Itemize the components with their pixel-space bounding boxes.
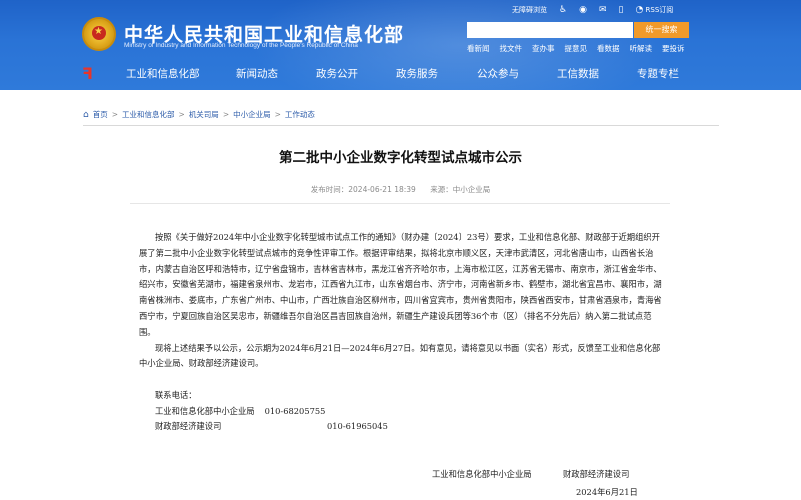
body-paragraph: 现将上述结果予以公示，公示期为2024年6月21日—2024年6月27日。如有意… [139,342,661,369]
breadcrumb: ⌂ 首页 > 工业和信息化部 > 机关司局 > 中小企业局 > 工作动态 [83,109,315,120]
breadcrumb-sme-bureau[interactable]: 中小企业局 [233,109,271,120]
site-header: ★ 中华人民共和国工业和信息化部 Ministry of Industry an… [0,0,801,90]
nav-item-gov-affairs[interactable]: 政务公开 [316,66,358,81]
body-paragraph: 按照《关于做好2024年中小企业数字化转型城市试点工作的通知》（财办建〔2024… [139,232,662,337]
search-input[interactable] [467,22,633,38]
quick-link-complaint[interactable]: 要投诉 [662,43,685,54]
quick-link-services[interactable]: 查办事 [532,43,555,54]
quick-link-opinions[interactable]: 提意见 [565,43,588,54]
article-source: 来源：中小企业局 [430,185,491,194]
home-logo-icon[interactable]: ꟻ [82,66,98,82]
main-nav: ꟻ 工业和信息化部 新闻动态 政务公开 政务服务 公众参与 工信数据 专题专栏 [0,62,801,86]
nav-item-news[interactable]: 新闻动态 [236,66,278,81]
breadcrumb-separator: > [222,110,230,119]
app-link[interactable]: ▯ [618,4,624,15]
national-emblem-icon[interactable]: ★ [82,17,116,51]
utility-bar: 无障碍浏览 ♿ ◉ ✉ ▯ ◔ RSS订阅 [512,3,685,17]
contact-phone: 010-61965045 [327,421,388,431]
contact-label: 联系电话： [155,390,197,400]
home-icon: ⌂ [83,109,89,120]
breadcrumb-miit[interactable]: 工业和信息化部 [122,109,175,120]
elder-icon: ♿ [559,4,568,15]
breadcrumb-work-news[interactable]: 工作动态 [285,109,315,120]
contact-org: 工业和信息化部中小企业局 [155,405,255,416]
breadcrumb-separator: > [111,110,119,119]
publish-time: 发布时间：2024-06-21 18:39 [310,185,416,194]
signature-date: 2024年6月21日 [576,487,638,497]
search-button[interactable]: 统一搜索 [634,22,689,38]
quick-link-data[interactable]: 看数据 [597,43,620,54]
contact-row: 财政部经济建设司 010-61965045 [155,419,388,435]
contact-row: 工业和信息化部中小企业局 010-68205755 [155,404,388,420]
rss-icon: ◔ [635,4,644,15]
quick-links: 看新闻 找文件 查办事 提意见 看数据 听解读 要投诉 [467,43,695,54]
contact-block: 联系电话： 工业和信息化部中小企业局 010-68205755 财政部经济建设司… [155,388,388,435]
rss-label: RSS订阅 [645,6,674,14]
quick-link-interpretation[interactable]: 听解读 [630,43,653,54]
breadcrumb-separator: > [178,110,185,119]
phone-icon: ▯ [618,4,624,15]
nav-item-topics[interactable]: 专题专栏 [637,66,679,81]
article-title: 第二批中小企业数字化转型试点城市公示 [279,150,522,166]
accessibility-label: 无障碍浏览 [512,6,547,14]
nav-item-data[interactable]: 工信数据 [557,66,599,81]
weibo-link[interactable]: ◉ [579,4,587,15]
breadcrumb-separator: > [274,110,281,119]
article-body: 按照《关于做好2024年中小企业数字化转型城市试点工作的通知》（财办建〔2024… [139,230,663,372]
meta-divider [130,203,670,204]
breadcrumb-departments[interactable]: 机关司局 [189,109,219,120]
nav-item-participation[interactable]: 公众参与 [477,66,519,81]
signatory-miit: 工业和信息化部中小企业局 [432,469,532,479]
wechat-icon: ✉ [598,4,607,15]
contact-phone: 010-68205755 [264,405,326,416]
breadcrumb-home[interactable]: 首页 [93,109,108,120]
quick-link-news[interactable]: 看新闻 [467,43,490,54]
nav-item-gov-services[interactable]: 政务服务 [396,66,438,81]
accessibility-link[interactable]: 无障碍浏览 [512,5,547,15]
site-subtitle: Ministry of Industry and Information Tec… [124,42,358,49]
breadcrumb-divider [83,125,719,126]
quick-link-files[interactable]: 找文件 [500,43,523,54]
signatory-mof: 财政部经济建设司 [563,469,630,479]
nav-item-miit[interactable]: 工业和信息化部 [126,66,200,81]
wechat-link[interactable]: ✉ [598,4,607,15]
rss-link[interactable]: ◔ RSS订阅 [635,5,673,15]
article-meta: 发布时间：2024-06-21 18:39 来源：中小企业局 [0,184,801,195]
weibo-icon: ◉ [579,4,587,15]
elder-mode-link[interactable]: ♿ [559,4,568,15]
contact-org: 财政部经济建设司 [155,421,222,431]
